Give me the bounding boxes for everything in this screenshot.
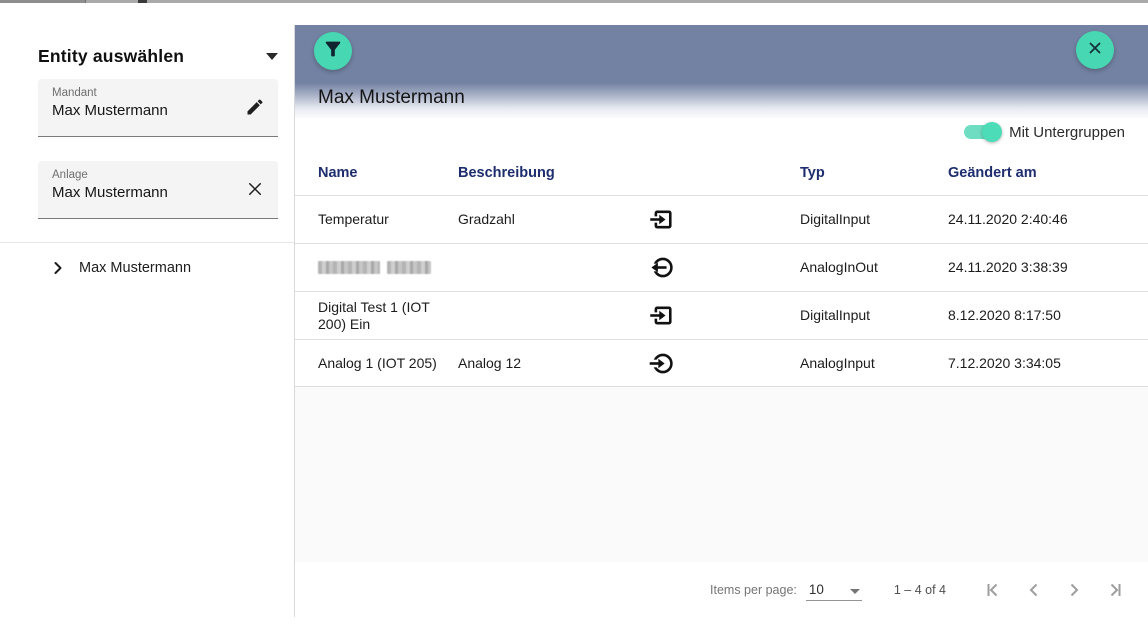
paginator-range-label: 1 – 4 of 4 [894, 583, 946, 597]
mandant-field-label: Mandant [52, 87, 266, 99]
chevron-right-icon[interactable] [48, 258, 68, 278]
entity-picker-dialog: Entity auswählen Mandant Max Mustermann … [0, 0, 1148, 640]
cell-name: Analog 1 (IOT 205) [318, 355, 458, 372]
digital-input-icon [613, 302, 710, 329]
filter-button[interactable] [314, 32, 352, 70]
table-row[interactable]: Digital Test 1 (IOT 200) Ein DigitalInpu… [295, 291, 1148, 339]
previous-page-button[interactable] [1014, 570, 1054, 610]
last-page-button[interactable] [1094, 570, 1134, 610]
mandant-field[interactable]: Mandant Max Mustermann [38, 79, 278, 137]
column-header-name[interactable]: Name [318, 165, 458, 181]
cell-description: Gradzahl [458, 211, 613, 228]
edit-mandant-button[interactable] [242, 96, 268, 122]
cell-typ: DigitalInput [800, 307, 948, 324]
table-body: TemperaturGradzahl DigitalInput24.11.202… [295, 195, 1148, 387]
mit-untergruppen-toggle[interactable] [964, 122, 1000, 142]
tree-item-max-mustermann[interactable]: Max Mustermann [38, 253, 278, 283]
anlage-field-value: Max Mustermann [52, 184, 266, 201]
table-row[interactable]: AnalogInOut24.11.2020 3:38:39 [295, 243, 1148, 291]
tree-item-label: Max Mustermann [79, 260, 191, 276]
cell-name: Digital Test 1 (IOT 200) Ein [318, 299, 458, 333]
entity-sidebar: Entity auswählen Mandant Max Mustermann … [0, 3, 295, 618]
cell-name: Temperatur [318, 211, 458, 228]
panel-header-bar [295, 25, 1148, 83]
column-header-typ[interactable]: Typ [800, 165, 948, 181]
cell-changed: 7.12.2020 3:34:05 [948, 355, 1125, 372]
panel-title: Max Mustermann [318, 87, 465, 109]
select-caret-icon [850, 589, 860, 594]
sidebar-title: Entity auswählen [38, 46, 184, 67]
mandant-field-value: Max Mustermann [52, 102, 266, 119]
close-x-icon [1086, 39, 1104, 62]
cell-changed: 24.11.2020 3:38:39 [948, 259, 1125, 276]
column-header-beschreibung[interactable]: Beschreibung [458, 165, 613, 181]
next-page-button[interactable] [1054, 570, 1094, 610]
last-page-icon [1102, 578, 1126, 602]
cell-changed: 24.11.2020 2:40:46 [948, 211, 1125, 228]
clear-anlage-button[interactable] [242, 178, 268, 204]
anlage-field-label: Anlage [52, 169, 266, 181]
collapse-caret-icon[interactable] [266, 53, 278, 60]
page-size-value: 10 [809, 582, 824, 597]
sidebar-divider [0, 242, 294, 243]
toggle-label: Mit Untergruppen [1009, 124, 1125, 141]
analog-input-icon [613, 350, 710, 377]
cell-description: Analog 12 [458, 355, 613, 372]
toggle-knob[interactable] [982, 122, 1002, 142]
pencil-icon [245, 97, 265, 122]
redacted-name [318, 261, 458, 274]
anlage-field[interactable]: Anlage Max Mustermann [38, 161, 278, 219]
page-size-select[interactable]: 10 [806, 579, 862, 601]
chevron-left-icon [1022, 578, 1046, 602]
analog-inout-icon [613, 254, 710, 281]
cell-typ: AnalogInput [800, 355, 948, 372]
paginator: Items per page: 10 1 – 4 of 4 [295, 562, 1148, 618]
first-page-button[interactable] [974, 570, 1014, 610]
column-header-geaendert-am[interactable]: Geändert am [948, 165, 1125, 181]
table-row[interactable]: Analog 1 (IOT 205)Analog 12 AnalogInput7… [295, 339, 1148, 387]
cell-changed: 8.12.2020 8:17:50 [948, 307, 1125, 324]
table-header-row: Name Beschreibung Typ Geändert am [295, 151, 1148, 195]
clear-x-icon [246, 180, 264, 203]
digital-input-icon [613, 206, 710, 233]
close-button[interactable] [1076, 31, 1114, 69]
cell-typ: DigitalInput [800, 211, 948, 228]
chevron-right-icon [1062, 578, 1086, 602]
entity-table-panel: Max Mustermann Mit Untergruppen Name Bes… [295, 25, 1148, 618]
table-empty-area [295, 386, 1148, 562]
cell-name [318, 261, 458, 274]
table-row[interactable]: TemperaturGradzahl DigitalInput24.11.202… [295, 195, 1148, 243]
filter-funnel-icon [322, 38, 344, 65]
cell-typ: AnalogInOut [800, 259, 948, 276]
items-per-page-label: Items per page: [710, 583, 797, 597]
first-page-icon [982, 578, 1006, 602]
